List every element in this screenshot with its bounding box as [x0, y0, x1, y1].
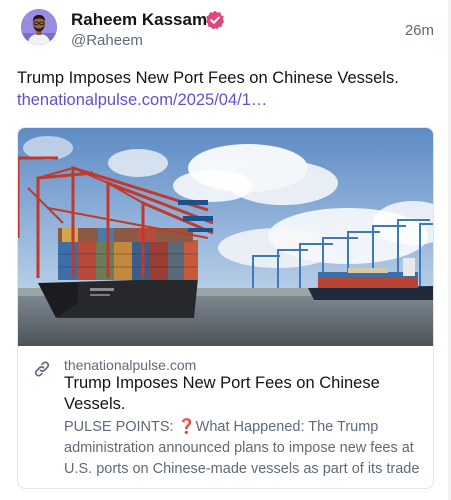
card-title[interactable]: Trump Imposes New Port Fees on Chinese V… — [64, 373, 414, 415]
post[interactable]: Raheem Kassam @Raheem 26m Trump Imposes … — [0, 0, 451, 500]
post-text: Trump Imposes New Port Fees on Chinese V… — [17, 69, 399, 87]
verified-badge-icon — [205, 10, 225, 30]
card-domain: thenationalpulse.com — [64, 357, 197, 373]
link-icon — [32, 359, 52, 379]
author-avatar[interactable] — [21, 9, 57, 45]
post-timestamp[interactable]: 26m — [405, 22, 434, 40]
author-handle[interactable]: @Raheem — [71, 32, 143, 50]
post-link[interactable]: thenationalpulse.com/2025/04/1… — [17, 89, 267, 111]
card-description: PULSE POINTS: ❓What Happened: The Trump … — [64, 419, 420, 477]
link-preview-card[interactable]: thenationalpulse.com Trump Imposes New P… — [17, 127, 434, 489]
author-name[interactable]: Raheem Kassam — [71, 9, 207, 31]
avatar-image — [21, 9, 57, 45]
card-image — [18, 128, 433, 346]
